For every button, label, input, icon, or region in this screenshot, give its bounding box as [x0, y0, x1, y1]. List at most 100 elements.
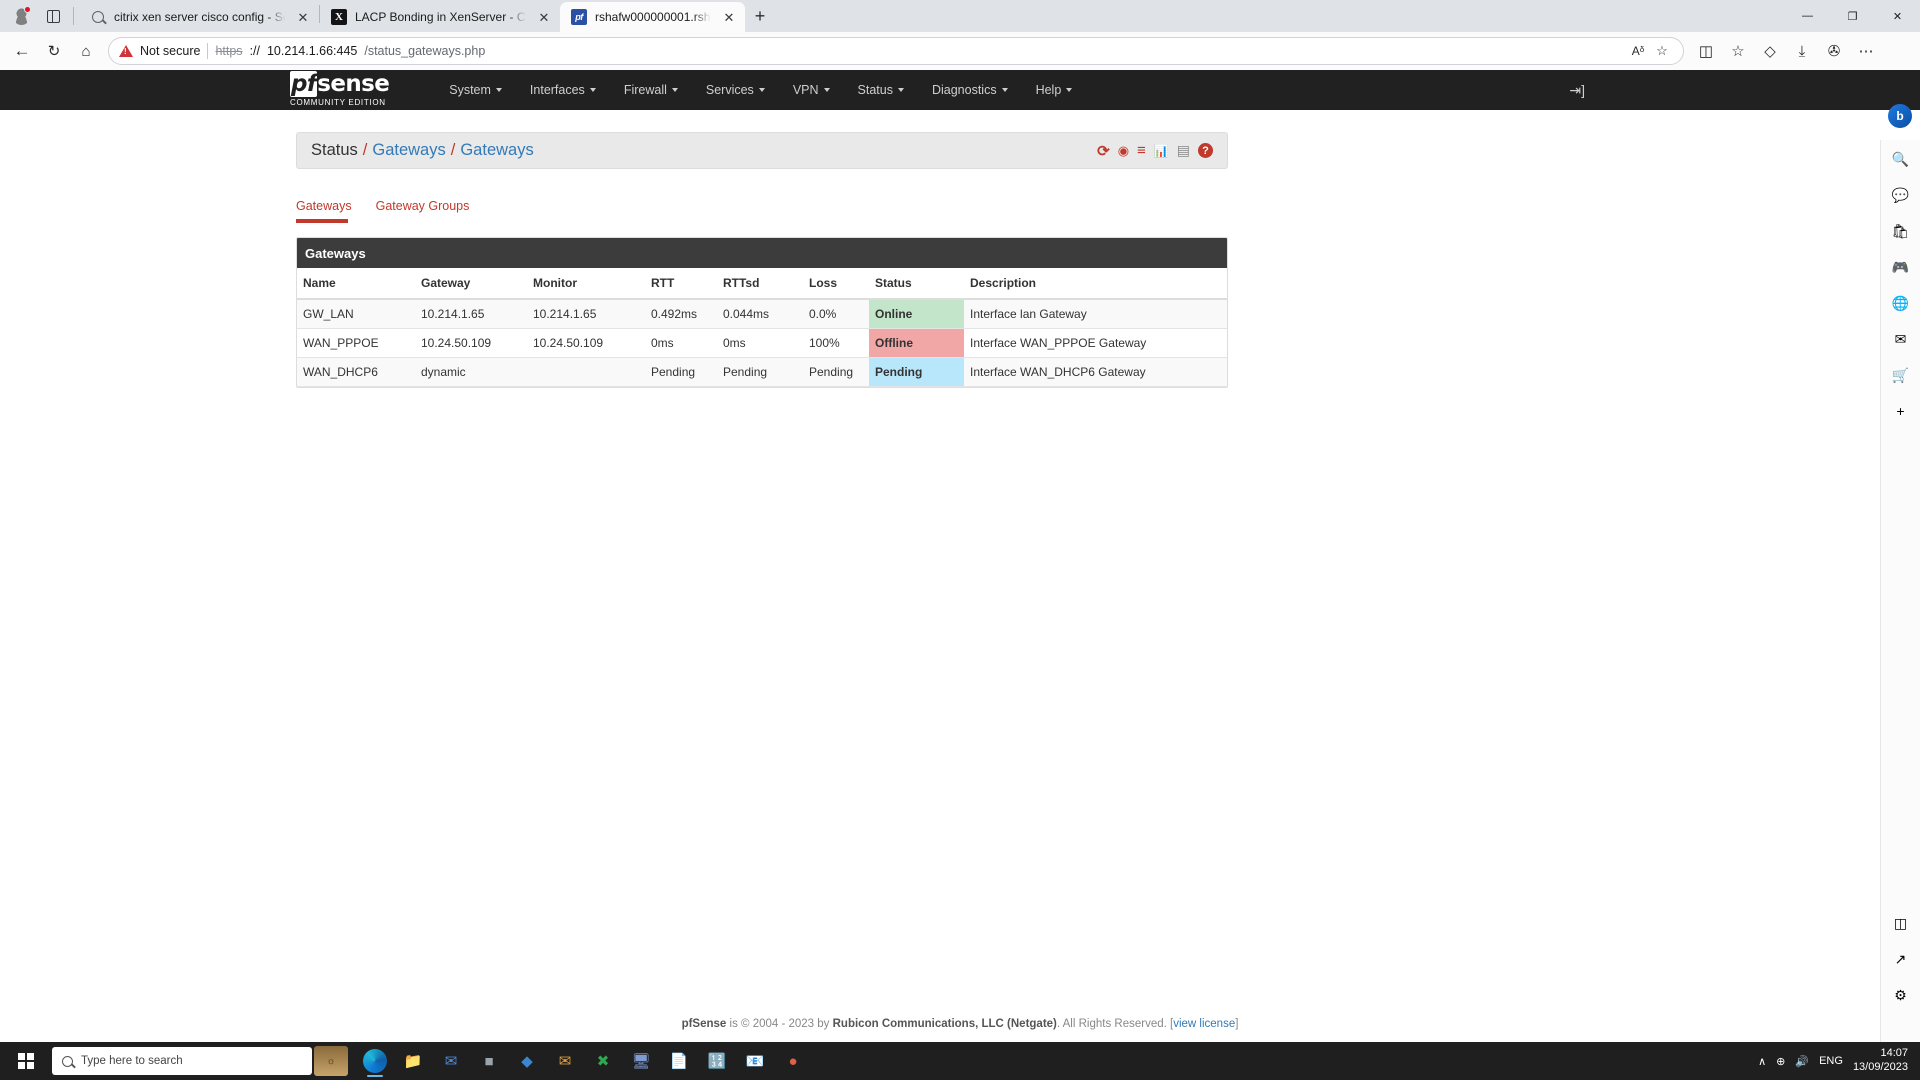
cell-description: Interface lan Gateway: [964, 299, 1227, 329]
column-header-monitor: Monitor: [527, 268, 645, 300]
minimize-button[interactable]: —: [1785, 0, 1830, 32]
extensions-icon[interactable]: ✇: [1819, 36, 1849, 66]
nav-menu-services[interactable]: Services: [692, 70, 779, 110]
table-row[interactable]: GW_LAN 10.214.1.65 10.214.1.65 0.492ms 0…: [297, 299, 1227, 329]
maximize-button[interactable]: ❐: [1830, 0, 1875, 32]
shopping-icon[interactable]: 🛍: [1888, 218, 1914, 244]
footer-rights: . All Rights Reserved.: [1056, 1018, 1171, 1030]
pfsense-logo[interactable]: pfsense COMMUNITY EDITION: [290, 71, 390, 107]
pfsense-navbar: pfsense COMMUNITY EDITION System Interfa…: [0, 70, 1920, 110]
xen-center-icon[interactable]: ✖: [586, 1044, 620, 1078]
split-screen-icon[interactable]: ◫: [1691, 36, 1721, 66]
nav-menu-vpn[interactable]: VPN: [779, 70, 844, 110]
clock[interactable]: 14:07 13/09/2023: [1853, 1047, 1908, 1075]
pfsense-logo-sense: sense: [317, 71, 390, 97]
outlook-icon[interactable]: ✉: [1888, 326, 1914, 352]
home-button[interactable]: ⌂: [71, 36, 101, 66]
settings-icon[interactable]: ⚙: [1888, 982, 1914, 1008]
tab-gateways[interactable]: Gateways: [296, 193, 366, 223]
putty-icon[interactable]: ■: [472, 1044, 506, 1078]
vscode-icon[interactable]: ◆: [510, 1044, 544, 1078]
downloads-icon[interactable]: ⤓: [1787, 36, 1817, 66]
nav-menu-help[interactable]: Help: [1022, 70, 1087, 110]
settings-and-more-icon[interactable]: ⋯: [1851, 36, 1881, 66]
nav-menu-firewall[interactable]: Firewall: [610, 70, 692, 110]
collections-icon[interactable]: ◇: [1755, 36, 1785, 66]
taskbar-search-placeholder: Type here to search: [81, 1055, 183, 1067]
reload-button[interactable]: ↻: [39, 36, 69, 66]
add-favorite-icon[interactable]: ☆: [1651, 40, 1673, 62]
cell-name: GW_LAN: [297, 299, 415, 329]
tab-gateway-groups[interactable]: Gateway Groups: [376, 193, 484, 223]
tray-expand-icon[interactable]: ∧: [1758, 1055, 1766, 1068]
browser-tab-3[interactable]: pf rshafw000000001.rsha.de - Statu ✕: [560, 2, 745, 32]
taskbar-widget-thumbnail[interactable]: ☼: [314, 1046, 348, 1076]
footer-copyright: is © 2004 - 2023 by: [726, 1018, 833, 1030]
windows-taskbar: Type here to search ☼ 📁 ✉ ■ ◆ ✉ ✖ 🖥 📄 🔢 …: [0, 1042, 1920, 1080]
chevron-down-icon: [589, 88, 596, 92]
chevron-down-icon: [897, 88, 904, 92]
help-icon[interactable]: ?: [1198, 143, 1213, 158]
browser-tab-3-close-icon[interactable]: ✕: [719, 7, 739, 27]
network-icon[interactable]: ⊕: [1776, 1055, 1785, 1068]
tools-icon[interactable]: 🛒: [1888, 362, 1914, 388]
nav-menu-interfaces[interactable]: Interfaces: [516, 70, 610, 110]
browser-tab-2-close-icon[interactable]: ✕: [534, 7, 554, 27]
breadcrumb-level2[interactable]: Gateways: [372, 141, 445, 160]
sliders-icon[interactable]: [1137, 142, 1146, 159]
table-row[interactable]: WAN_DHCP6 dynamic Pending Pending Pendin…: [297, 357, 1227, 387]
breadcrumb-level3[interactable]: Gateways: [460, 141, 533, 160]
cell-loss: 100%: [803, 328, 869, 358]
logout-icon[interactable]: ⇥]: [1569, 82, 1585, 99]
remote-desktop-icon[interactable]: 🖥: [624, 1044, 658, 1078]
url-scheme: https: [215, 44, 243, 58]
games-icon[interactable]: 🎮: [1888, 254, 1914, 280]
address-bar[interactable]: Not secure https:// 10.214.1.66:445/statu…: [108, 37, 1684, 65]
table-row[interactable]: WAN_PPPOE 10.24.50.109 10.24.50.109 0ms …: [297, 328, 1227, 358]
display-icon[interactable]: [1177, 142, 1190, 159]
search-icon[interactable]: 🔍: [1888, 146, 1914, 172]
tab-actions-button[interactable]: [38, 1, 68, 31]
browser-tab-1[interactable]: citrix xen server cisco config - Se ✕: [79, 2, 319, 32]
close-window-button[interactable]: ✕: [1875, 0, 1920, 32]
cell-rttsd: 0.044ms: [717, 299, 803, 329]
edge-icon[interactable]: [358, 1044, 392, 1078]
back-button[interactable]: ←: [7, 36, 37, 66]
cell-gateway: 10.24.50.109: [415, 328, 527, 358]
new-tab-button[interactable]: +: [745, 2, 775, 30]
refresh-icon[interactable]: [1097, 142, 1110, 160]
x-logo-icon: X: [331, 9, 347, 25]
favorites-icon[interactable]: ☆: [1723, 36, 1753, 66]
column-header-gateway: Gateway: [415, 268, 527, 300]
chart-icon[interactable]: [1154, 144, 1169, 158]
target-icon[interactable]: [1118, 143, 1129, 159]
office-icon[interactable]: 🌐: [1888, 290, 1914, 316]
profile-button[interactable]: [4, 1, 38, 31]
copilot-button[interactable]: b: [1888, 104, 1912, 128]
table-header: Name Gateway Monitor RTT RTTsd Loss Stat…: [297, 268, 1227, 300]
tab-gateway-groups-label: Gateway Groups: [375, 199, 470, 213]
mail-icon[interactable]: ✉: [548, 1044, 582, 1078]
teams-icon[interactable]: ✉: [434, 1044, 468, 1078]
chrome-icon[interactable]: ●: [776, 1044, 810, 1078]
language-indicator[interactable]: ENG: [1819, 1055, 1843, 1067]
add-icon[interactable]: +: [1888, 398, 1914, 424]
file-explorer-icon[interactable]: 📁: [396, 1044, 430, 1078]
browser-tab-1-title: citrix xen server cisco config - Se: [114, 10, 285, 24]
notes-icon[interactable]: 📄: [662, 1044, 696, 1078]
popout-icon[interactable]: ↗: [1888, 946, 1914, 972]
volume-icon[interactable]: 🔊: [1795, 1055, 1809, 1068]
start-button[interactable]: [6, 1042, 46, 1080]
taskbar-search-input[interactable]: Type here to search: [52, 1047, 312, 1075]
outlook-app-icon[interactable]: 📧: [738, 1044, 772, 1078]
browser-tab-1-close-icon[interactable]: ✕: [293, 7, 313, 27]
nav-menu-system[interactable]: System: [435, 70, 516, 110]
view-license-link[interactable]: view license: [1173, 1018, 1235, 1030]
read-aloud-icon[interactable]: Aᵟ: [1627, 40, 1649, 62]
sidebar-toggle-icon[interactable]: ◫: [1888, 910, 1914, 936]
calculator-icon[interactable]: 🔢: [700, 1044, 734, 1078]
nav-menu-status[interactable]: Status: [844, 70, 918, 110]
discover-icon[interactable]: 💬: [1888, 182, 1914, 208]
browser-tab-2[interactable]: X LACP Bonding in XenServer - Co ✕: [320, 2, 560, 32]
nav-menu-diagnostics[interactable]: Diagnostics: [918, 70, 1022, 110]
